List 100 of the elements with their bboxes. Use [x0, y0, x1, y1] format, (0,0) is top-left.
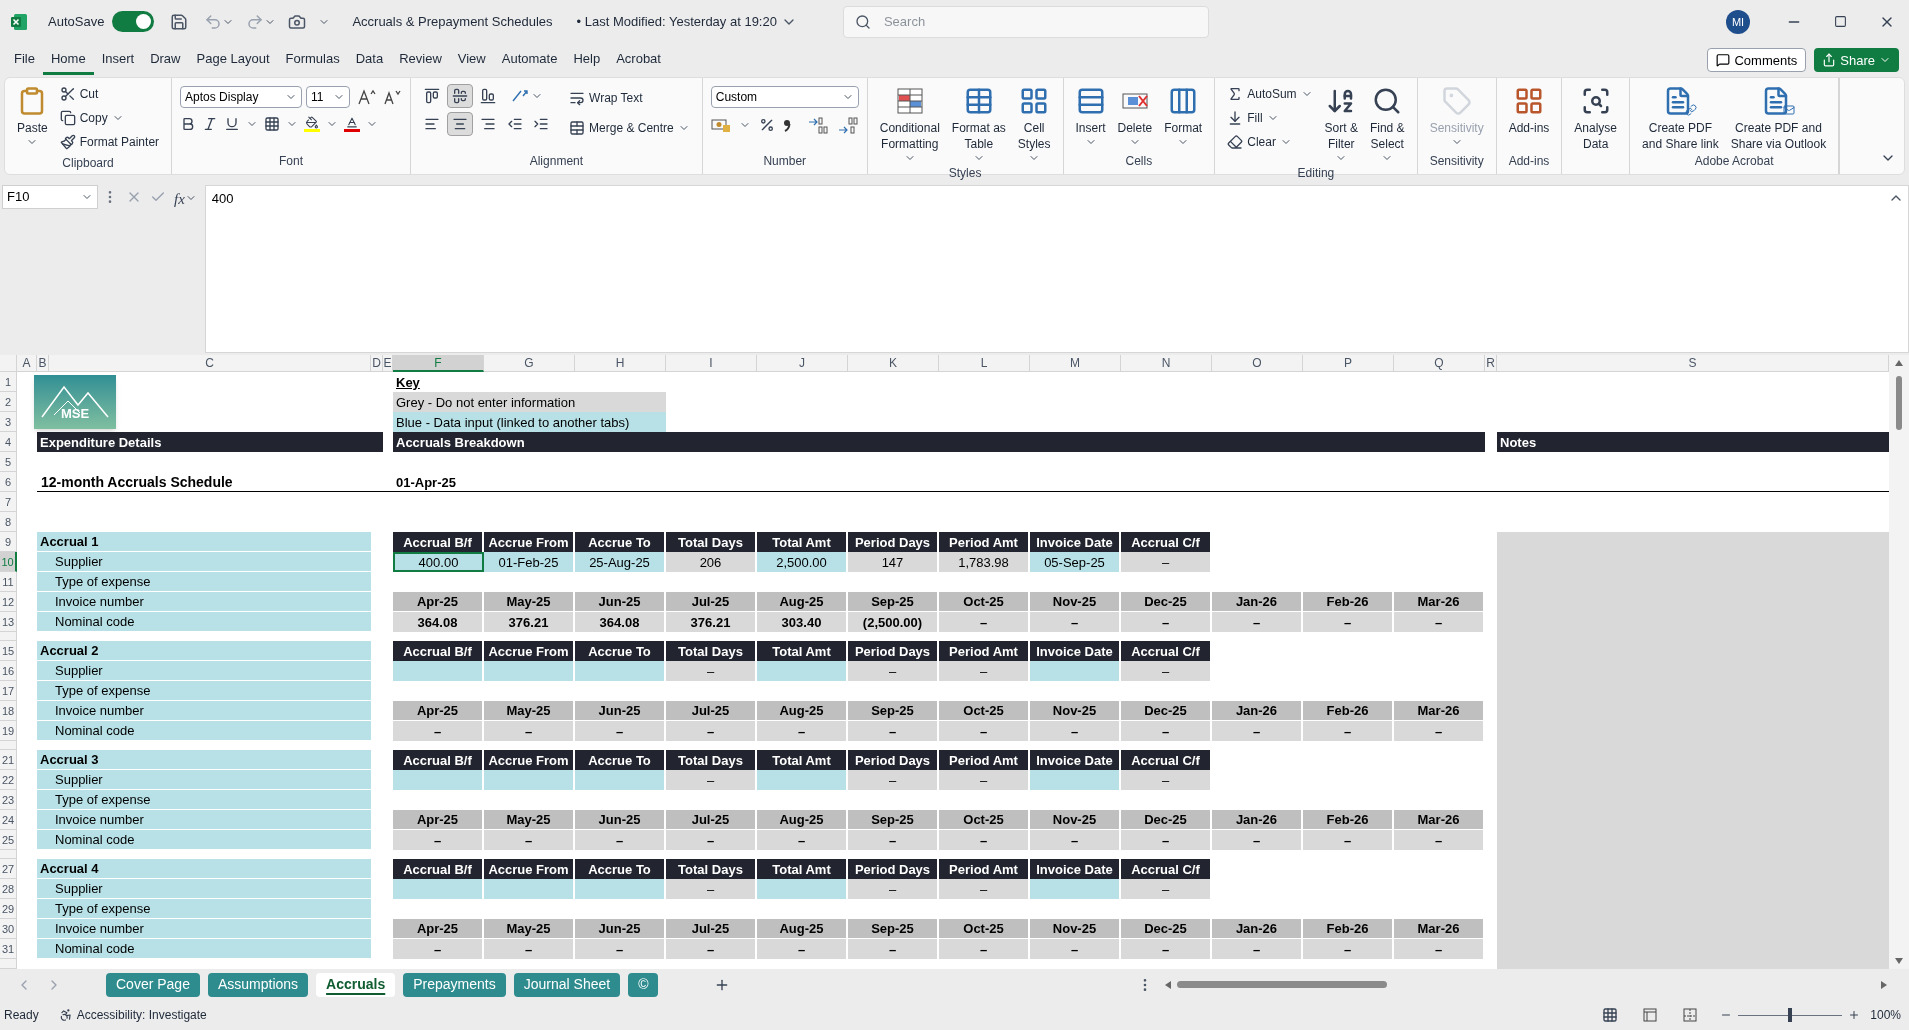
- ribbon-button[interactable]: Insert: [1071, 82, 1110, 149]
- decrease-decimal-icon[interactable]: [836, 116, 859, 135]
- last-modified[interactable]: • Last Modified: Yesterday at 19:20: [576, 12, 777, 32]
- row-header[interactable]: 4: [0, 432, 17, 453]
- column-header[interactable]: H: [575, 355, 666, 373]
- table-cell[interactable]: [393, 661, 484, 682]
- share-button[interactable]: Share: [1814, 48, 1899, 73]
- column-header[interactable]: L: [939, 355, 1030, 373]
- menu-tab[interactable]: Page Layout: [188, 45, 278, 76]
- table-cell[interactable]: [484, 661, 575, 682]
- menu-tab[interactable]: Acrobat: [608, 45, 669, 76]
- table-cell[interactable]: [757, 770, 848, 791]
- scroll-down-icon[interactable]: [1894, 955, 1904, 966]
- zoom-slider[interactable]: [1738, 1008, 1843, 1023]
- column-header[interactable]: K: [848, 355, 939, 373]
- number-format-field[interactable]: Custom: [710, 86, 859, 109]
- sheet-tab[interactable]: Assumptions: [207, 972, 309, 997]
- row-header[interactable]: 1: [0, 372, 17, 393]
- ribbon-button[interactable]: Create PDF and Share via Outlook: [1726, 82, 1831, 153]
- table-cell[interactable]: [1030, 661, 1121, 682]
- row-header[interactable]: 5: [0, 452, 17, 473]
- middle-align-button[interactable]: [447, 84, 474, 109]
- ribbon-button[interactable]: Find & Select: [1365, 82, 1409, 165]
- shrink-font-icon[interactable]: [384, 89, 403, 106]
- font-size-field[interactable]: 11: [306, 86, 351, 109]
- vertical-scrollbar[interactable]: [1889, 355, 1909, 969]
- percent-icon[interactable]: [758, 117, 775, 134]
- sheet-tab[interactable]: Accruals: [316, 972, 396, 997]
- scrollbar-thumb[interactable]: [1896, 376, 1902, 431]
- row-header[interactable]: 19: [0, 721, 17, 742]
- table-cell[interactable]: [575, 770, 666, 791]
- table-cell[interactable]: –: [848, 661, 939, 682]
- menu-tab[interactable]: Automate: [493, 45, 566, 76]
- table-cell[interactable]: [484, 879, 575, 900]
- borders-icon[interactable]: [264, 116, 281, 133]
- row-header[interactable]: 8: [0, 512, 17, 533]
- row-header[interactable]: 17: [0, 681, 17, 702]
- menu-tab[interactable]: View: [449, 45, 494, 76]
- row-header[interactable]: 25: [0, 830, 17, 851]
- table-cell[interactable]: 01-Feb-25: [484, 552, 575, 573]
- column-header[interactable]: J: [757, 355, 848, 373]
- sheet-tab[interactable]: ©: [628, 972, 659, 997]
- row-header[interactable]: 13: [0, 612, 17, 633]
- row-header[interactable]: 3: [0, 412, 17, 433]
- column-header[interactable]: R: [1485, 355, 1497, 373]
- row-header[interactable]: 29: [0, 899, 17, 920]
- column-header[interactable]: M: [1030, 355, 1121, 373]
- redo-icon[interactable]: [246, 12, 265, 31]
- increase-decimal-icon[interactable]: [806, 116, 829, 135]
- menu-tab[interactable]: Help: [565, 45, 609, 76]
- align-center-button[interactable]: [447, 112, 474, 137]
- user-avatar[interactable]: MI: [1726, 9, 1750, 34]
- ribbon-button[interactable]: Cell Styles: [1013, 82, 1055, 165]
- table-cell[interactable]: 05-Sep-25: [1030, 552, 1121, 573]
- table-cell[interactable]: [575, 661, 666, 682]
- table-cell[interactable]: –: [939, 770, 1030, 791]
- restore-icon[interactable]: [1834, 15, 1847, 29]
- scroll-left-icon[interactable]: [1163, 979, 1173, 990]
- merge-centre-button[interactable]: Merge & Centre: [565, 116, 694, 141]
- table-cell[interactable]: [1030, 770, 1121, 791]
- table-cell[interactable]: [393, 879, 484, 900]
- clear-button[interactable]: Clear: [1223, 130, 1317, 155]
- column-header[interactable]: Q: [1394, 355, 1485, 373]
- column-header[interactable]: O: [1212, 355, 1303, 373]
- table-cell[interactable]: 400.00: [393, 552, 484, 573]
- table-cell[interactable]: –: [939, 661, 1030, 682]
- ribbon-button[interactable]: Analyse Data: [1570, 82, 1622, 153]
- font-name-field[interactable]: Aptos Display: [180, 86, 303, 109]
- table-cell[interactable]: 2,500.00: [757, 552, 848, 573]
- table-cell[interactable]: [484, 770, 575, 791]
- column-header[interactable]: C: [49, 355, 371, 373]
- table-cell[interactable]: –: [1121, 552, 1212, 573]
- row-header[interactable]: 15: [0, 641, 17, 662]
- table-cell[interactable]: –: [1121, 770, 1212, 791]
- row-header[interactable]: 22: [0, 770, 17, 791]
- table-cell[interactable]: [393, 770, 484, 791]
- row-header[interactable]: 30: [0, 919, 17, 940]
- copy-button[interactable]: Copy: [55, 106, 164, 131]
- ribbon-button[interactable]: Create PDF and Share link: [1638, 82, 1723, 153]
- row-header[interactable]: 2: [0, 392, 17, 413]
- font-color-icon[interactable]: [344, 116, 361, 133]
- table-cell[interactable]: –: [1121, 661, 1212, 682]
- sheet-tab[interactable]: Cover Page: [106, 972, 200, 997]
- menu-tab[interactable]: File: [6, 45, 43, 76]
- table-cell[interactable]: [757, 879, 848, 900]
- table-cell[interactable]: –: [939, 879, 1030, 900]
- row-header[interactable]: 23: [0, 790, 17, 811]
- row-header[interactable]: 10: [0, 552, 17, 573]
- table-cell[interactable]: –: [1121, 879, 1212, 900]
- page-layout-icon[interactable]: [1642, 1007, 1659, 1024]
- page-break-icon[interactable]: [1682, 1007, 1699, 1024]
- row-header[interactable]: 12: [0, 592, 17, 613]
- row-header[interactable]: 16: [0, 661, 17, 682]
- ribbon-button[interactable]: Format as Table: [947, 82, 1010, 165]
- row-header[interactable]: 9: [0, 532, 17, 553]
- format-painter-button[interactable]: Format Painter: [55, 130, 164, 155]
- column-header[interactable]: I: [666, 355, 757, 373]
- table-cell[interactable]: –: [666, 661, 757, 682]
- row-header[interactable]: 27: [0, 859, 17, 880]
- sheet-tab[interactable]: Prepayments: [403, 972, 506, 997]
